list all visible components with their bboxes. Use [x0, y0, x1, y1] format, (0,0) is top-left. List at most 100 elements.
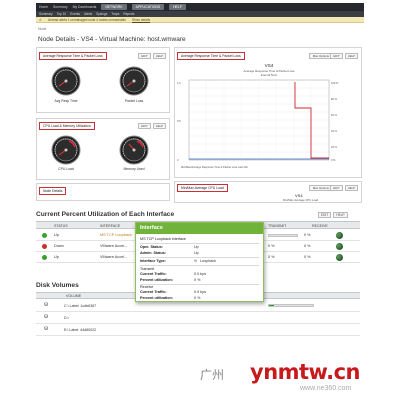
column-receive[interactable]: RECEIVE	[312, 224, 328, 228]
receive-text: 0 %	[304, 244, 311, 248]
nav-item-summary[interactable]: Summary	[53, 5, 68, 9]
transmit-text: 0 %	[268, 255, 275, 259]
field-value: 0.0 bps	[194, 272, 207, 276]
menu-item-summary[interactable]: Summary	[39, 12, 53, 16]
alert-details-link[interactable]: Show details	[132, 18, 150, 22]
response-time-chart: 100 % 80 % 60 % 40 % 20 % 0 % 1.0 0.5 0	[177, 79, 339, 162]
chart-subtitle: Min/Max Average CPU Load	[283, 198, 319, 202]
chart-title: VS4	[264, 63, 274, 68]
watermark-url: www.ne360.com	[300, 385, 352, 392]
top-navigation-bar: Home Summary My Dashboards NETWORK APPLI…	[36, 3, 364, 11]
field-label: Percent utilization:	[140, 278, 173, 282]
svg-text:100 %: 100 %	[331, 81, 339, 85]
help-button[interactable]: HELP	[344, 185, 358, 191]
chart-footnote: Min/Max/Average Response Time & Packet L…	[181, 166, 248, 169]
interface-name[interactable]: VMware Accel...	[100, 255, 127, 259]
panel-title: Average Response Time & Packet Loss	[177, 52, 245, 60]
column-volume[interactable]: VOLUME	[66, 294, 81, 298]
menu-item-alerts[interactable]: Alerts	[84, 12, 92, 16]
field-label: Current Traffic:	[140, 290, 167, 294]
disk-icon: ⛁	[44, 326, 49, 332]
disk-icon: ⛁	[44, 314, 49, 320]
response-time-gauge	[51, 66, 81, 96]
volume-label[interactable]: E:\ Label: 44d80022	[64, 328, 96, 332]
help-button[interactable]: HELP	[333, 212, 348, 218]
svg-text:20 %: 20 %	[331, 145, 338, 149]
menu-item-reports[interactable]: Reports	[123, 12, 134, 16]
status-button-icon[interactable]	[336, 253, 343, 261]
tab-help[interactable]: HELP	[169, 4, 186, 10]
transmit-text: 0 %	[268, 244, 275, 248]
column-status[interactable]: STATUS	[54, 224, 68, 228]
field-value: 0 %	[194, 296, 201, 300]
panel-buttons: EDIT HELP	[330, 185, 358, 191]
gauge-label: Avg Resp Time	[54, 99, 78, 103]
menu-item-syslogs[interactable]: Syslogs	[96, 12, 107, 16]
svg-text:60 %: 60 %	[331, 113, 338, 117]
cpu-load-gauge	[51, 135, 81, 165]
column-interface[interactable]: INTERFACE	[100, 224, 120, 228]
edit-button[interactable]: EDIT	[138, 53, 151, 59]
disk-usage-bar	[268, 304, 314, 307]
alert-banner: ⚠ Unread alerts 1 unmanaged node 4 nodes…	[36, 17, 364, 23]
interfaces-title: Current Percent Utilization of Each Inte…	[36, 211, 175, 218]
panel-title: Min/Max Average CPU Load	[177, 184, 228, 192]
svg-text:0.5: 0.5	[177, 119, 181, 123]
disk-row[interactable]: ⛁ E:\ Label: 44d80022	[36, 324, 360, 336]
edit-button[interactable]: EDIT	[138, 123, 151, 129]
status-down-icon	[42, 244, 47, 249]
gauge-label: CPU Load	[58, 167, 74, 171]
interface-name[interactable]: VMware Accel...	[100, 244, 127, 248]
disk-row[interactable]: ⛁ D:\	[36, 312, 360, 324]
svg-text:1.0: 1.0	[177, 81, 181, 85]
memory-used-gauge	[119, 135, 149, 165]
nav-item-dashboards[interactable]: My Dashboards	[73, 5, 97, 9]
edit-button[interactable]: EDIT	[318, 212, 332, 218]
tab-network[interactable]: NETWORK	[101, 4, 127, 10]
status-button-icon[interactable]	[336, 242, 343, 250]
interfaces-buttons: EDIT HELP	[318, 212, 348, 218]
response-chart-panel: Average Response Time & Packet Loss Max …	[174, 47, 362, 178]
status-text: Down	[54, 244, 64, 248]
receive-text: 0 %	[304, 233, 311, 237]
transmit-bar	[268, 233, 298, 237]
volume-label[interactable]: C:\ Label: 1cdb6387	[64, 304, 96, 308]
column-transmit[interactable]: TRANSMIT	[268, 224, 286, 228]
disk-usage-fill	[269, 305, 275, 306]
panel-title: Average Response Time & Packet Loss	[39, 52, 107, 60]
menu-item-events[interactable]: Events	[70, 12, 80, 16]
field-value: 0 %	[194, 278, 201, 282]
edit-button[interactable]: EDIT	[330, 53, 343, 59]
status-text: Up	[54, 233, 59, 237]
field-value: Loopback	[200, 259, 216, 263]
field-label: Admin. Status:	[140, 251, 167, 255]
status-up-icon	[42, 255, 47, 260]
status-button-icon[interactable]	[336, 231, 343, 239]
breadcrumb[interactable]: Node	[38, 27, 46, 31]
tooltip-title: Interface	[136, 223, 263, 234]
edit-button[interactable]: EDIT	[330, 185, 343, 191]
volume-label[interactable]: D:\	[64, 316, 69, 320]
help-button[interactable]: HELP	[152, 123, 166, 129]
transmit-heading: Transmit	[140, 267, 155, 271]
help-button[interactable]: HELP	[152, 53, 166, 59]
panel-title: CPU Load & Memory Utilization	[39, 122, 95, 130]
panel-buttons: EDIT HELP	[138, 53, 166, 59]
cpu-gauges-panel: CPU Load & Memory Utilization EDIT HELP …	[36, 118, 170, 180]
watermark-brand: ynmtw.cn	[250, 360, 361, 384]
field-label: Interface Type:	[140, 259, 166, 263]
watermark-text-cn: 广州	[200, 368, 225, 382]
menu-item-top10[interactable]: Top 10	[57, 12, 67, 16]
help-button[interactable]: HELP	[344, 53, 358, 59]
gauge-label: Memory Used	[123, 167, 145, 171]
status-up-icon	[42, 233, 47, 238]
cpu-chart-panel: Min/Max Average CPU Load Max Options EDI…	[174, 181, 362, 203]
tab-applications[interactable]: APPLICATIONS	[131, 4, 165, 10]
gauge-label: Packet Loss	[124, 99, 144, 103]
interface-name[interactable]: MS TCP Loopback	[100, 233, 132, 237]
menu-item-traps[interactable]: Traps	[111, 12, 119, 16]
alert-text: Unread alerts 1 unmanaged node 4 nodes u…	[47, 17, 127, 22]
nav-item-home[interactable]: Home	[39, 5, 48, 9]
field-value: Up	[194, 251, 199, 255]
panel-title: Node Details	[39, 187, 67, 195]
